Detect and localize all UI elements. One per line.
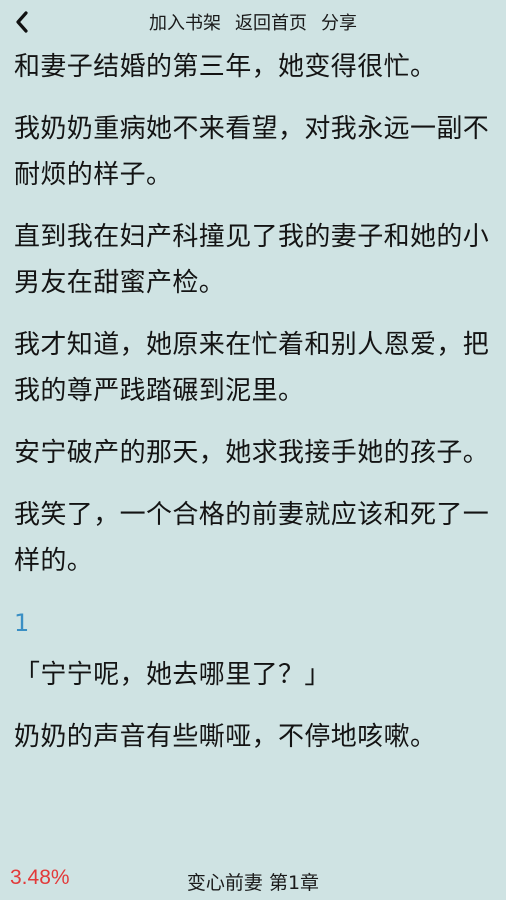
- share-button[interactable]: 分享: [321, 9, 357, 35]
- paragraph: 和妻子结婚的第三年，她变得很忙。: [14, 52, 437, 82]
- chapter-title: 变心前妻 第1章: [186, 872, 320, 894]
- paragraph: 安宁破产的那天，她求我接手她的孩子。: [14, 438, 490, 468]
- section-number: 1: [14, 609, 30, 637]
- add-to-shelf-button[interactable]: 加入书架: [149, 9, 221, 35]
- status-footer: 3.48% 变心前妻 第1章: [0, 862, 506, 900]
- paragraph: 直到我在妇产科撞见了我的妻子和她的小男友在甜蜜产检。: [14, 222, 490, 298]
- paragraph: 我笑了，一个合格的前妻就应该和死了一样的。: [14, 500, 490, 576]
- reading-content[interactable]: 和妻子结婚的第三年，她变得很忙。 我奶奶重病她不来看望，对我永远一副不耐烦的样子…: [14, 44, 498, 776]
- back-home-button[interactable]: 返回首页: [235, 9, 307, 35]
- paragraph: 我奶奶重病她不来看望，对我永远一副不耐烦的样子。: [14, 114, 490, 190]
- paragraph: 「宁宁呢，她去哪里了？」: [14, 660, 331, 690]
- top-actions: 加入书架 返回首页 分享: [0, 0, 506, 44]
- paragraph: 我才知道，她原来在忙着和别人恩爱，把我的尊严践踏碾到泥里。: [14, 330, 490, 406]
- paragraph: 奶奶的声音有些嘶哑，不停地咳嗽。: [14, 722, 437, 752]
- top-bar: 加入书架 返回首页 分享: [0, 0, 506, 44]
